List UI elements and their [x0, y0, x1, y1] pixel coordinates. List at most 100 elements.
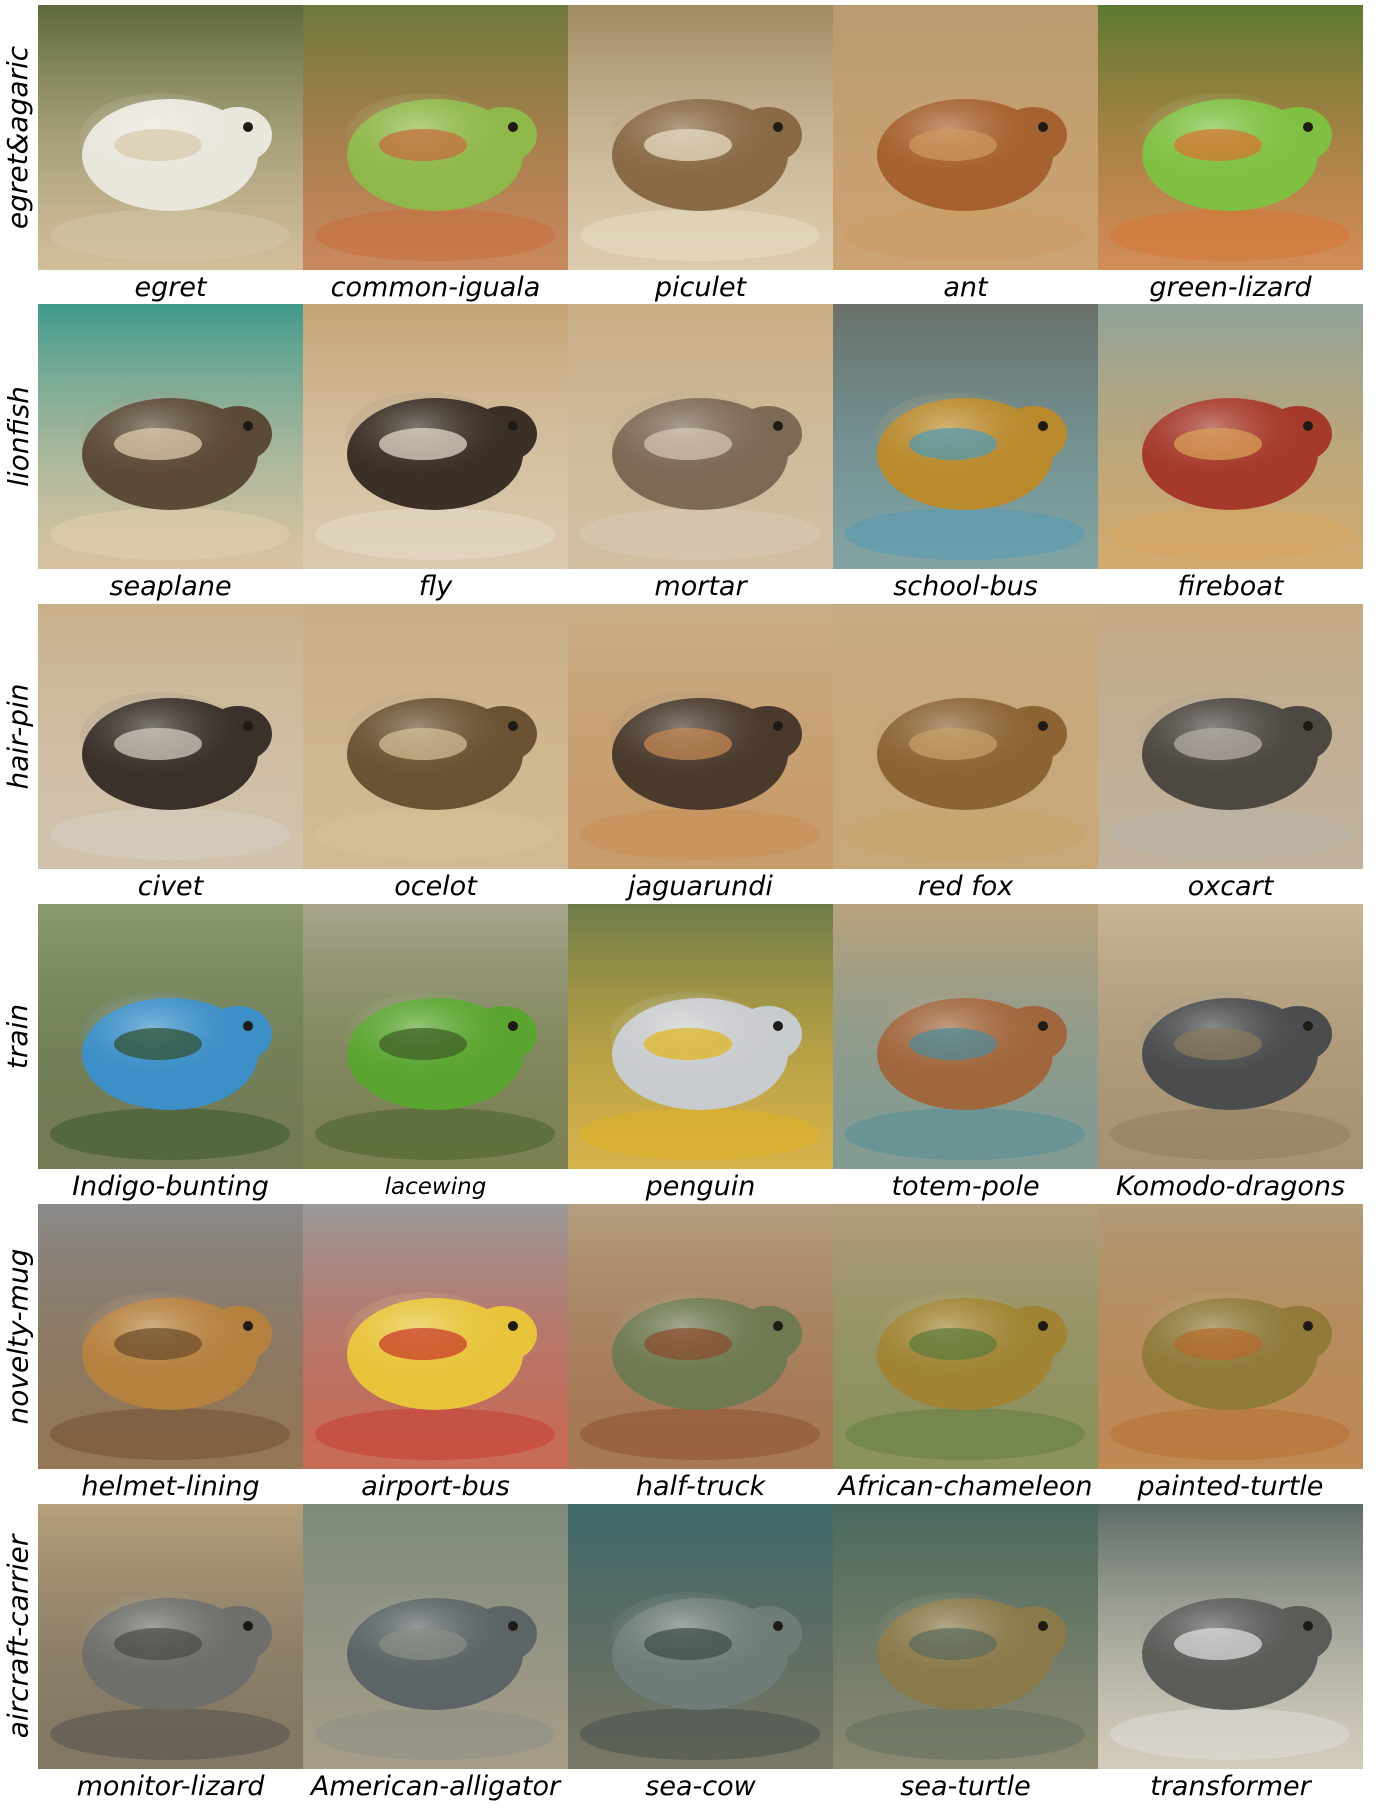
generated-image: [833, 1204, 1098, 1469]
image-ground-shadow: [845, 508, 1085, 560]
generated-image: [38, 1504, 303, 1769]
image-illustration: [833, 904, 1098, 1169]
image-ground-shadow: [1110, 808, 1350, 860]
image-illustration: [568, 1504, 833, 1769]
image-illustration: [1098, 304, 1363, 569]
image-subject-detail: [909, 728, 997, 760]
image-subject-eye: [508, 1321, 518, 1331]
image-caption: Indigo-bunting: [72, 1171, 269, 1202]
row-label-text: train: [1, 1003, 35, 1070]
image-illustration: [568, 1204, 833, 1469]
image-illustration: [833, 304, 1098, 569]
row-label: novelty-mug: [0, 1204, 36, 1469]
row-label: hair-pin: [0, 604, 36, 869]
image-caption: fly: [418, 571, 453, 602]
row-label-text: novelty-mug: [1, 1248, 35, 1425]
image-illustration: [38, 1204, 303, 1469]
image-subject-detail: [1174, 728, 1262, 760]
image-ground-shadow: [580, 1708, 820, 1760]
image-ground-shadow: [315, 808, 555, 860]
image-subject-eye: [1038, 1021, 1048, 1031]
image-illustration: [38, 304, 303, 569]
generated-image: [568, 1504, 833, 1769]
image-subject-eye: [773, 1621, 783, 1631]
image-subject-detail: [644, 129, 732, 161]
generated-image: [833, 304, 1098, 569]
image-illustration: [1098, 5, 1363, 270]
image-subject-eye: [1038, 1621, 1048, 1631]
image-illustration: [833, 1504, 1098, 1769]
image-subject-detail: [114, 1628, 202, 1660]
image-caption: airport-bus: [361, 1471, 510, 1502]
image-ground-shadow: [845, 1108, 1085, 1160]
image-subject-detail: [909, 1028, 997, 1060]
image-illustration: [833, 5, 1098, 270]
image-caption: oxcart: [1187, 871, 1274, 902]
image-caption: ant: [943, 272, 988, 303]
image-ground-shadow: [50, 808, 290, 860]
image-subject-eye: [508, 122, 518, 132]
image-ground-shadow: [580, 508, 820, 560]
row-label: lionfish: [0, 304, 36, 569]
generated-image: [1098, 5, 1363, 270]
image-illustration: [1098, 604, 1363, 869]
image-subject-eye: [773, 122, 783, 132]
image-subject-eye: [773, 1321, 783, 1331]
image-subject-eye: [1303, 721, 1313, 731]
image-subject-eye: [773, 721, 783, 731]
generated-image: [38, 5, 303, 270]
image-illustration: [303, 304, 568, 569]
row-label-text: egret&agaric: [1, 45, 35, 230]
image-ground-shadow: [50, 508, 290, 560]
generated-image: [568, 5, 833, 270]
image-subject-eye: [1303, 421, 1313, 431]
image-subject-detail: [1174, 1028, 1262, 1060]
image-ground-shadow: [1110, 209, 1350, 261]
image-caption: African-chameleon: [838, 1471, 1093, 1502]
image-illustration: [1098, 1504, 1363, 1769]
image-illustration: [303, 1504, 568, 1769]
generated-image: [568, 604, 833, 869]
image-caption: jaguarundi: [628, 871, 773, 902]
image-caption: transformer: [1150, 1771, 1311, 1802]
image-subject-detail: [379, 728, 467, 760]
image-subject-eye: [1038, 721, 1048, 731]
image-subject-eye: [243, 1021, 253, 1031]
image-caption: lacewing: [384, 1174, 487, 1200]
image-caption: painted-turtle: [1137, 1471, 1324, 1502]
image-subject-detail: [114, 1028, 202, 1060]
image-illustration: [38, 904, 303, 1169]
generated-image: [1098, 1204, 1363, 1469]
image-ground-shadow: [845, 209, 1085, 261]
generated-image: [303, 604, 568, 869]
generated-image: [303, 304, 568, 569]
image-caption: school-bus: [893, 571, 1038, 602]
image-ground-shadow: [315, 209, 555, 261]
generated-image: [1098, 604, 1363, 869]
image-ground-shadow: [580, 808, 820, 860]
image-subject-eye: [1038, 1321, 1048, 1331]
image-caption: fireboat: [1177, 571, 1284, 602]
image-illustration: [303, 5, 568, 270]
image-ground-shadow: [845, 1708, 1085, 1760]
image-subject-eye: [1038, 122, 1048, 132]
generated-image: [303, 1204, 568, 1469]
image-subject-eye: [508, 1621, 518, 1631]
image-subject-detail: [379, 1028, 467, 1060]
image-ground-shadow: [1110, 508, 1350, 560]
image-subject-eye: [508, 721, 518, 731]
image-ground-shadow: [1110, 1108, 1350, 1160]
image-subject-detail: [644, 728, 732, 760]
image-subject-eye: [773, 421, 783, 431]
image-subject-detail: [1174, 129, 1262, 161]
image-ground-shadow: [50, 1108, 290, 1160]
image-caption: mortar: [654, 571, 747, 602]
image-caption: green-lizard: [1149, 272, 1312, 303]
image-illustration: [303, 604, 568, 869]
image-caption: half-truck: [635, 1471, 766, 1502]
image-subject-detail: [379, 1628, 467, 1660]
image-illustration: [568, 904, 833, 1169]
image-illustration: [568, 5, 833, 270]
image-subject-detail: [379, 1328, 467, 1360]
image-caption: totem-pole: [891, 1171, 1040, 1202]
